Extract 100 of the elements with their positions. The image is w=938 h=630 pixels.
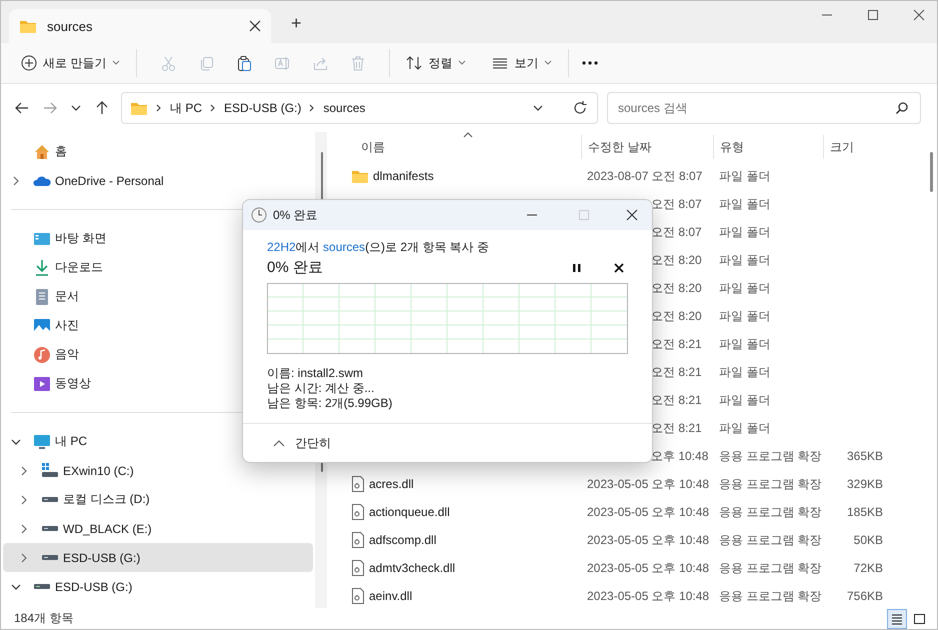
date-cell: 오전 8:21: [651, 420, 702, 436]
type-cell-text: 파일 폴더: [718, 336, 772, 352]
address-bar[interactable]: 내 PC ESD-USB (G:) sources: [121, 92, 598, 124]
back-icon[interactable]: [15, 101, 29, 115]
date-cell: 오전 8:20: [651, 308, 702, 324]
folder-link[interactable]: 22H2: [267, 240, 296, 254]
less-details-button[interactable]: 간단히: [269, 430, 335, 456]
dropdown-icon[interactable]: [533, 104, 543, 112]
sidebar-item[interactable]: 홈: [3, 137, 313, 166]
tiles-view-icon: [912, 612, 926, 626]
pause-icon[interactable]: [572, 262, 582, 272]
type-cell-text: 파일 폴더: [718, 420, 772, 436]
paste-icon[interactable]: [236, 55, 252, 71]
column-header[interactable]: 이름: [351, 135, 581, 159]
breadcrumb[interactable]: 내 PC: [170, 100, 202, 116]
new-button[interactable]: 새로 만들기: [17, 50, 124, 76]
date-cell: 오후 10:48: [651, 448, 708, 464]
file-name[interactable]: admtv3check.dll: [369, 561, 456, 575]
chevron-down-icon[interactable]: [11, 582, 21, 590]
forward-icon[interactable]: [43, 101, 57, 115]
caret-up-icon: [273, 439, 285, 447]
date-cell-text: 2023-08-07 오전 8:07: [586, 168, 704, 184]
file-icon: [351, 504, 365, 520]
sidebar-item[interactable]: 음악: [3, 340, 313, 369]
document-icon: [33, 288, 51, 306]
sidebar-item[interactable]: WD_BLACK (E:): [3, 514, 313, 543]
breadcrumb[interactable]: ESD-USB (G:): [224, 101, 302, 115]
new-tab-button[interactable]: +: [285, 12, 308, 35]
up-icon[interactable]: [95, 101, 109, 115]
type-cell-text: 파일 폴더: [718, 364, 772, 380]
size-cell-text: 50KB: [852, 533, 883, 547]
breadcrumb[interactable]: sources: [323, 101, 366, 115]
recent-icon[interactable]: [71, 104, 81, 112]
file-icon: [351, 532, 365, 548]
sort-caret-icon: [463, 132, 473, 138]
home-icon: [33, 142, 51, 160]
scrollbar[interactable]: [930, 152, 933, 192]
date-cell: 오전 8:07: [651, 196, 702, 212]
browser-tab[interactable]: sources: [9, 9, 271, 43]
caret-icon: [544, 60, 552, 66]
sidebar-item[interactable]: 사진: [3, 311, 313, 340]
caret-icon: [112, 60, 120, 66]
sort-button[interactable]: 정렬: [402, 50, 470, 76]
cancel-icon[interactable]: [614, 262, 624, 272]
view-button[interactable]: 보기: [488, 50, 556, 76]
chevron-right-icon[interactable]: [20, 466, 28, 476]
column-header[interactable]: 유형: [713, 135, 823, 159]
tab-title: sources: [47, 18, 94, 34]
copy-detail: 이름: install2.swm: [267, 366, 364, 381]
sidebar-item[interactable]: EXwin10 (C:): [3, 456, 313, 485]
video-icon: [33, 374, 51, 392]
chevron-right-icon[interactable]: [20, 552, 28, 562]
type-cell-text: 응용 프로그램 확장: [718, 588, 823, 604]
file-name[interactable]: acres.dll: [369, 477, 414, 491]
music-icon: [33, 346, 51, 364]
sidebar-item[interactable]: ESD-USB (G:): [3, 543, 313, 572]
dialog-title: 0% 완료: [273, 206, 318, 224]
windows-drive-icon: [41, 462, 59, 480]
file-name[interactable]: dlmanifests: [373, 169, 434, 183]
date-cell-text: 2023-05-05 오후 10:48: [586, 532, 710, 548]
details-view-icon: [890, 612, 904, 626]
close-icon[interactable]: [249, 20, 261, 32]
chevron-right-icon[interactable]: [20, 524, 28, 534]
date-cell: 오전 8:21: [651, 364, 702, 380]
column-header[interactable]: 수정한 날짜: [581, 135, 713, 159]
details-view-button[interactable]: [887, 608, 907, 628]
column-header[interactable]: 크기: [823, 135, 883, 159]
drive-icon: [41, 496, 59, 503]
date-cell-text: 2023-05-05 오후 10:48: [586, 476, 710, 492]
sidebar-item[interactable]: 문서: [3, 282, 313, 311]
type-cell-text: 파일 폴더: [718, 392, 772, 408]
chevron-icon: [309, 104, 316, 112]
file-name[interactable]: adfscomp.dll: [369, 533, 436, 547]
folder-icon: [19, 18, 37, 34]
sidebar-item[interactable]: ESD-USB (G:): [3, 572, 313, 601]
type-cell-text: 파일 폴더: [718, 168, 772, 184]
type-cell-text: 응용 프로그램 확장: [718, 532, 823, 548]
refresh-icon[interactable]: [573, 101, 587, 115]
file-icon: [351, 476, 365, 492]
size-cell-text: 72KB: [852, 561, 883, 575]
more-icon[interactable]: [581, 60, 600, 66]
file-name[interactable]: aeinv.dll: [369, 589, 412, 603]
folder-icon: [130, 100, 148, 116]
drive-icon: [41, 554, 59, 561]
search-field[interactable]: sources 검색: [607, 92, 921, 124]
chevron-right-icon[interactable]: [12, 176, 20, 186]
copy-summary: 22H2에서 sources(으)로 2개 항목 복사 중: [267, 239, 490, 256]
sidebar-item[interactable]: OneDrive - Personal: [3, 166, 313, 195]
file-name[interactable]: actionqueue.dll: [369, 505, 450, 519]
close-icon[interactable]: [626, 209, 638, 221]
file-icon: [351, 560, 365, 576]
date-cell-text: 2023-05-05 오후 10:48: [586, 504, 710, 520]
chevron-down-icon[interactable]: [11, 438, 21, 446]
folder-link[interactable]: sources: [323, 240, 366, 254]
type-cell-text: 파일 폴더: [718, 252, 772, 268]
chevron-right-icon[interactable]: [20, 494, 28, 504]
sort-icon: [406, 55, 422, 71]
sidebar-item[interactable]: 로컬 디스크 (D:): [3, 485, 313, 514]
date-cell-text: 2023-05-05 오후 10:48: [586, 588, 710, 604]
search-icon[interactable]: [895, 101, 909, 115]
